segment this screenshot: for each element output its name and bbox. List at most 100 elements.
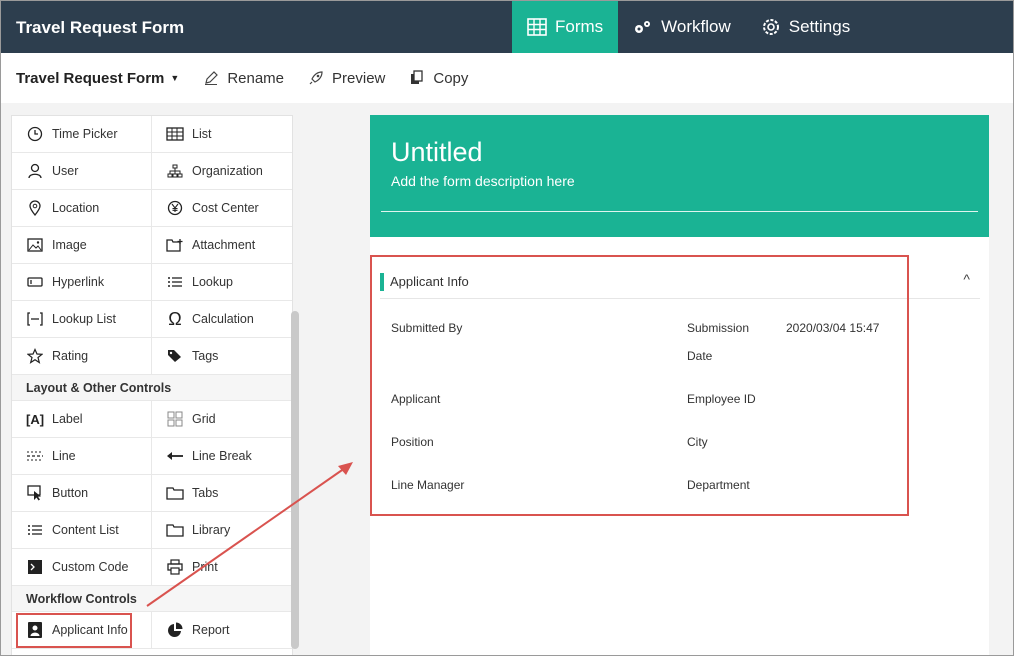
control-list[interactable]: List xyxy=(152,116,292,152)
top-bar: Travel Request Form Forms Workflow Setti… xyxy=(1,1,1013,53)
field-employee-id: Employee ID xyxy=(687,392,756,406)
control-tabs[interactable]: Tabs xyxy=(152,475,292,511)
control-time-picker[interactable]: Time Picker xyxy=(12,116,152,152)
omega-icon: Ω xyxy=(168,309,182,329)
field-submission-date-line1: Submission xyxy=(687,321,750,335)
control-label: Content List xyxy=(52,523,119,537)
control-label: Image xyxy=(52,238,87,252)
control-hyperlink[interactable]: Hyperlink xyxy=(12,264,152,300)
chevron-up-icon[interactable]: ^ xyxy=(963,271,970,287)
tab-workflow-label: Workflow xyxy=(661,17,731,36)
control-label: Hyperlink xyxy=(52,275,105,289)
applicant-info-section[interactable]: Applicant Info ^ xyxy=(380,265,980,299)
gear-icon xyxy=(762,19,779,35)
palette-row: User Organization xyxy=(12,153,292,190)
control-cost-center[interactable]: Cost Center xyxy=(152,190,292,226)
control-lookup-list[interactable]: Lookup List xyxy=(12,301,152,337)
workflow-controls-heading: Workflow Controls xyxy=(12,586,292,612)
field-submission-date-value: 2020/03/04 15:47 xyxy=(786,321,880,335)
form-canvas: Untitled Add the form description here A… xyxy=(370,115,989,655)
control-label: Rating xyxy=(52,349,89,363)
form-title[interactable]: Untitled xyxy=(391,137,483,168)
palette-row: Applicant Info Report xyxy=(12,612,292,649)
control-custom-code[interactable]: Custom Code xyxy=(12,549,152,585)
control-image[interactable]: Image xyxy=(12,227,152,263)
field-applicant: Applicant xyxy=(391,392,441,406)
divider xyxy=(381,211,978,212)
rocket-icon xyxy=(309,71,323,85)
tab-forms[interactable]: Forms xyxy=(512,1,619,53)
control-label: List xyxy=(192,127,212,141)
image-icon xyxy=(26,236,44,254)
field-line-manager: Line Manager xyxy=(391,478,465,492)
control-line[interactable]: Line xyxy=(12,438,152,474)
tab-workflow[interactable]: Workflow xyxy=(618,1,746,53)
control-label: Report xyxy=(192,623,230,637)
palette-row: Hyperlink Lookup xyxy=(12,264,292,301)
rename-button[interactable]: Rename xyxy=(203,70,284,87)
control-library[interactable]: Library xyxy=(152,512,292,548)
form-selector[interactable]: Travel Request Form ▼ xyxy=(16,70,179,87)
yen-icon xyxy=(166,199,184,217)
app-title: Travel Request Form xyxy=(16,18,185,37)
control-label: Button xyxy=(52,486,89,500)
location-pin-icon xyxy=(26,199,44,217)
control-report[interactable]: Report xyxy=(152,612,292,648)
control-label: Lookup xyxy=(192,275,234,289)
control-label[interactable]: [A] Label xyxy=(12,401,152,437)
control-label: Location xyxy=(52,201,100,215)
tab-settings[interactable]: Settings xyxy=(746,1,865,53)
toolbar: Travel Request Form ▼ Rename Preview Cop… xyxy=(1,53,1013,103)
control-label: Line Break xyxy=(192,449,252,463)
folder-icon xyxy=(166,484,184,502)
field-department: Department xyxy=(687,478,750,492)
grid-icon xyxy=(166,410,184,428)
field-submission-date-line2: Date xyxy=(687,349,713,363)
control-grid[interactable]: Grid xyxy=(152,401,292,437)
control-user[interactable]: User xyxy=(12,153,152,189)
control-calculation[interactable]: Ω Calculation xyxy=(152,301,292,337)
table-icon xyxy=(527,18,547,36)
control-label: Print xyxy=(192,560,218,574)
table-icon xyxy=(166,125,184,143)
section-title: Applicant Info xyxy=(390,274,469,289)
control-line-break[interactable]: Line Break xyxy=(152,438,292,474)
control-organization[interactable]: Organization xyxy=(152,153,292,189)
control-print[interactable]: Print xyxy=(152,549,292,585)
palette-row: Lookup List Ω Calculation xyxy=(12,301,292,338)
form-description[interactable]: Add the form description here xyxy=(391,173,575,189)
pencil-icon xyxy=(205,71,219,85)
control-button[interactable]: Button xyxy=(12,475,152,511)
control-location[interactable]: Location xyxy=(12,190,152,226)
control-label: Organization xyxy=(192,164,263,178)
copy-button[interactable]: Copy xyxy=(409,70,468,87)
applicant-icon xyxy=(26,621,44,639)
button-icon xyxy=(26,484,44,502)
palette-row: Time Picker List xyxy=(12,116,292,153)
rename-label: Rename xyxy=(227,69,285,87)
form-header-banner: Untitled Add the form description here xyxy=(370,115,989,237)
hyperlink-icon xyxy=(26,273,44,291)
control-label: Tags xyxy=(192,349,219,363)
field-submitted-by: Submitted By xyxy=(391,321,463,335)
palette-row: Custom Code Print xyxy=(12,549,292,586)
palette-scrollbar[interactable] xyxy=(291,311,299,649)
list-icon xyxy=(166,273,184,291)
control-attachment[interactable]: Attachment xyxy=(152,227,292,263)
control-rating[interactable]: Rating xyxy=(12,338,152,374)
preview-button[interactable]: Preview xyxy=(308,70,385,87)
control-label: Lookup List xyxy=(52,312,116,326)
field-city: City xyxy=(687,435,708,449)
palette-row: Line Line Break xyxy=(12,438,292,475)
control-lookup[interactable]: Lookup xyxy=(152,264,292,300)
control-content-list[interactable]: Content List xyxy=(12,512,152,548)
palette-row: Location Cost Center xyxy=(12,190,292,227)
control-label: Cost Center xyxy=(192,201,259,215)
section-header[interactable]: Applicant Info ^ xyxy=(380,265,980,299)
terminal-icon xyxy=(26,558,44,576)
tab-forms-label: Forms xyxy=(555,17,604,36)
control-label: Label xyxy=(52,412,83,426)
control-applicant-info[interactable]: Applicant Info xyxy=(12,612,152,648)
control-tags[interactable]: Tags xyxy=(152,338,292,374)
label-icon: [A] xyxy=(25,411,45,427)
